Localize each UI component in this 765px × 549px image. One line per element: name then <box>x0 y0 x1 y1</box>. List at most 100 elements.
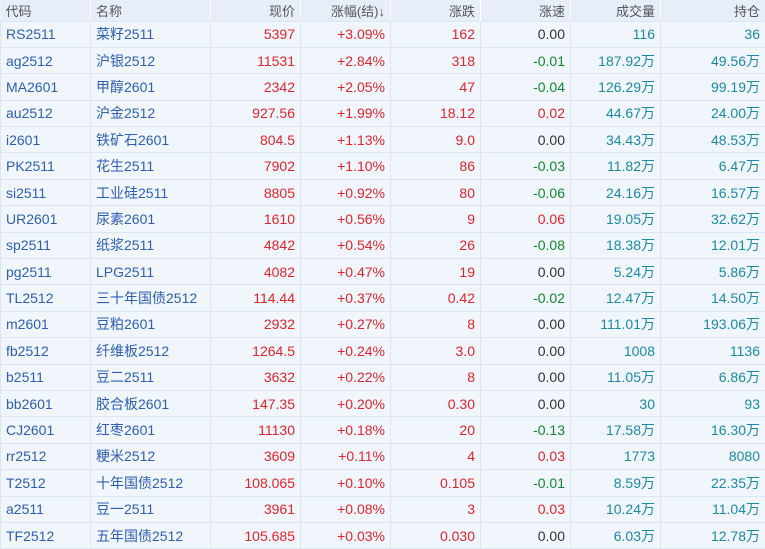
table-row[interactable]: si2511 工业硅2511 8805 +0.92% 80 -0.06 24.16万 16.5… <box>0 178 765 207</box>
cell-price: 108.065 <box>210 469 301 497</box>
cell-change-pct: +0.22% <box>300 363 391 391</box>
cell-name[interactable]: 花生2511 <box>90 152 211 180</box>
table-row[interactable]: fb2512 纤维板2512 1264.5 +0.24% 3.0 0.00 1008 1136 <box>0 337 765 365</box>
cell-code[interactable]: ag2512 <box>0 46 91 75</box>
table-row[interactable]: PK2511 花生2511 7902 +1.10% 86 -0.03 11.82万 6.47万 <box>0 152 765 180</box>
cell-code[interactable]: au2512 <box>0 99 91 128</box>
table-row[interactable]: au2512 沪金2512 927.56 +1.99% 18.12 0.02 44.67万 2… <box>0 99 765 128</box>
cell-name[interactable]: 甲醇2601 <box>90 73 211 101</box>
header-price[interactable]: 现价 <box>210 0 301 21</box>
table-row[interactable]: i2601 铁矿石2601 804.5 +1.13% 9.0 0.00 34.43万 48.5… <box>0 126 765 154</box>
cell-code[interactable]: a2511 <box>0 495 91 523</box>
cell-open-interest: 48.53万 <box>660 126 765 154</box>
cell-name[interactable]: 纤维板2512 <box>90 337 211 365</box>
header-speed[interactable]: 涨速 <box>480 0 571 21</box>
header-change[interactable]: 涨跌 <box>390 0 481 21</box>
cell-code[interactable]: i2601 <box>0 126 91 154</box>
cell-code[interactable]: pg2511 <box>0 258 91 286</box>
cell-name[interactable]: 豆粕2601 <box>90 310 211 339</box>
cell-open-interest: 193.06万 <box>660 310 765 339</box>
cell-code[interactable]: sp2511 <box>0 231 91 260</box>
cell-name[interactable]: 粳米2512 <box>90 442 211 471</box>
cell-name[interactable]: 铁矿石2601 <box>90 126 211 154</box>
cell-name[interactable]: 三十年国债2512 <box>90 284 211 312</box>
cell-speed: -0.01 <box>480 46 571 75</box>
cell-open-interest: 6.86万 <box>660 363 765 391</box>
cell-name[interactable]: 豆一2511 <box>90 495 211 523</box>
cell-change: 47 <box>390 73 481 101</box>
cell-speed: 0.00 <box>480 126 571 154</box>
table-row[interactable]: CJ2601 红枣2601 11130 +0.18% 20 -0.13 17.58万 16.3… <box>0 416 765 444</box>
header-name[interactable]: 名称 <box>90 0 211 21</box>
table-row[interactable]: RS2511 菜籽2511 5397 +3.09% 162 0.00 116 36 <box>0 20 765 48</box>
cell-change: 3.0 <box>390 337 481 365</box>
cell-name[interactable]: 沪银2512 <box>90 46 211 75</box>
cell-speed: -0.01 <box>480 469 571 497</box>
cell-name[interactable]: 五年国债2512 <box>90 521 211 549</box>
cell-volume: 17.58万 <box>570 416 661 444</box>
cell-code[interactable]: bb2601 <box>0 389 91 418</box>
header-change-pct[interactable]: 涨幅(结)↓ <box>300 0 391 21</box>
header-volume[interactable]: 成交量 <box>570 0 661 21</box>
cell-name[interactable]: 工业硅2511 <box>90 178 211 207</box>
cell-change: 9 <box>390 205 481 233</box>
cell-name[interactable]: 沪金2512 <box>90 99 211 128</box>
table-row[interactable]: MA2601 甲醇2601 2342 +2.05% 47 -0.04 126.29万 99.1… <box>0 73 765 101</box>
cell-code[interactable]: RS2511 <box>0 20 91 48</box>
cell-code[interactable]: UR2601 <box>0 205 91 233</box>
cell-change-pct: +1.99% <box>300 99 391 128</box>
cell-code[interactable]: m2601 <box>0 310 91 339</box>
table-row[interactable]: TF2512 五年国债2512 105.685 +0.03% 0.030 0.00 6.03… <box>0 521 765 549</box>
table-row[interactable]: sp2511 纸浆2511 4842 +0.54% 26 -0.08 18.38万 12.01… <box>0 231 765 260</box>
cell-name[interactable]: 菜籽2511 <box>90 20 211 48</box>
cell-name[interactable]: 豆二2511 <box>90 363 211 391</box>
table-row[interactable]: m2601 豆粕2601 2932 +0.27% 8 0.00 111.01万 193.06万 <box>0 310 765 339</box>
cell-price: 7902 <box>210 152 301 180</box>
cell-code[interactable]: MA2601 <box>0 73 91 101</box>
cell-price: 1610 <box>210 205 301 233</box>
cell-change-pct: +0.24% <box>300 337 391 365</box>
table-row[interactable]: ag2512 沪银2512 11531 +2.84% 318 -0.01 187.92万 49… <box>0 46 765 75</box>
table-row[interactable]: bb2601 胶合板2601 147.35 +0.20% 0.30 0.00 30 93 <box>0 389 765 418</box>
cell-name[interactable]: 尿素2601 <box>90 205 211 233</box>
cell-volume: 8.59万 <box>570 469 661 497</box>
cell-name[interactable]: 十年国债2512 <box>90 469 211 497</box>
header-open-interest[interactable]: 持仓 <box>660 0 765 21</box>
cell-name[interactable]: 纸浆2511 <box>90 231 211 260</box>
cell-change-pct: +0.20% <box>300 389 391 418</box>
cell-speed: -0.08 <box>480 231 571 260</box>
cell-name[interactable]: 胶合板2601 <box>90 389 211 418</box>
cell-volume: 30 <box>570 389 661 418</box>
table-row[interactable]: TL2512 三十年国债2512 114.44 +0.37% 0.42 -0.02 12.4… <box>0 284 765 312</box>
cell-change: 4 <box>390 442 481 471</box>
cell-open-interest: 1136 <box>660 337 765 365</box>
cell-code[interactable]: CJ2601 <box>0 416 91 444</box>
quote-table: 代码 名称 现价 涨幅(结)↓ 涨跌 涨速 成交量 持仓 RS2511 菜籽251… <box>0 0 765 549</box>
cell-code[interactable]: rr2512 <box>0 442 91 471</box>
cell-volume: 19.05万 <box>570 205 661 233</box>
cell-code[interactable]: si2511 <box>0 178 91 207</box>
cell-code[interactable]: TF2512 <box>0 521 91 549</box>
cell-volume: 5.24万 <box>570 258 661 286</box>
table-row[interactable]: b2511 豆二2511 3632 +0.22% 8 0.00 11.05万 6.86万 <box>0 363 765 391</box>
header-code[interactable]: 代码 <box>0 0 91 21</box>
cell-code[interactable]: b2511 <box>0 363 91 391</box>
table-row[interactable]: pg2511 LPG2511 4082 +0.47% 19 0.00 5.24万 5.86万 <box>0 258 765 286</box>
cell-name[interactable]: 红枣2601 <box>90 416 211 444</box>
cell-code[interactable]: T2512 <box>0 469 91 497</box>
cell-volume: 6.03万 <box>570 521 661 549</box>
cell-volume: 126.29万 <box>570 73 661 101</box>
table-row[interactable]: rr2512 粳米2512 3609 +0.11% 4 0.03 1773 8080 <box>0 442 765 471</box>
cell-code[interactable]: PK2511 <box>0 152 91 180</box>
cell-volume: 12.47万 <box>570 284 661 312</box>
cell-name[interactable]: LPG2511 <box>90 258 211 286</box>
table-row[interactable]: a2511 豆一2511 3961 +0.08% 3 0.03 10.24万 11.04万 <box>0 495 765 523</box>
table-row[interactable]: UR2601 尿素2601 1610 +0.56% 9 0.06 19.05万 32.62万 <box>0 205 765 233</box>
cell-speed: 0.06 <box>480 205 571 233</box>
cell-code[interactable]: TL2512 <box>0 284 91 312</box>
cell-change-pct: +0.47% <box>300 258 391 286</box>
cell-open-interest: 16.30万 <box>660 416 765 444</box>
table-row[interactable]: T2512 十年国债2512 108.065 +0.10% 0.105 -0.01 8.59… <box>0 469 765 497</box>
cell-code[interactable]: fb2512 <box>0 337 91 365</box>
cell-price: 147.35 <box>210 389 301 418</box>
